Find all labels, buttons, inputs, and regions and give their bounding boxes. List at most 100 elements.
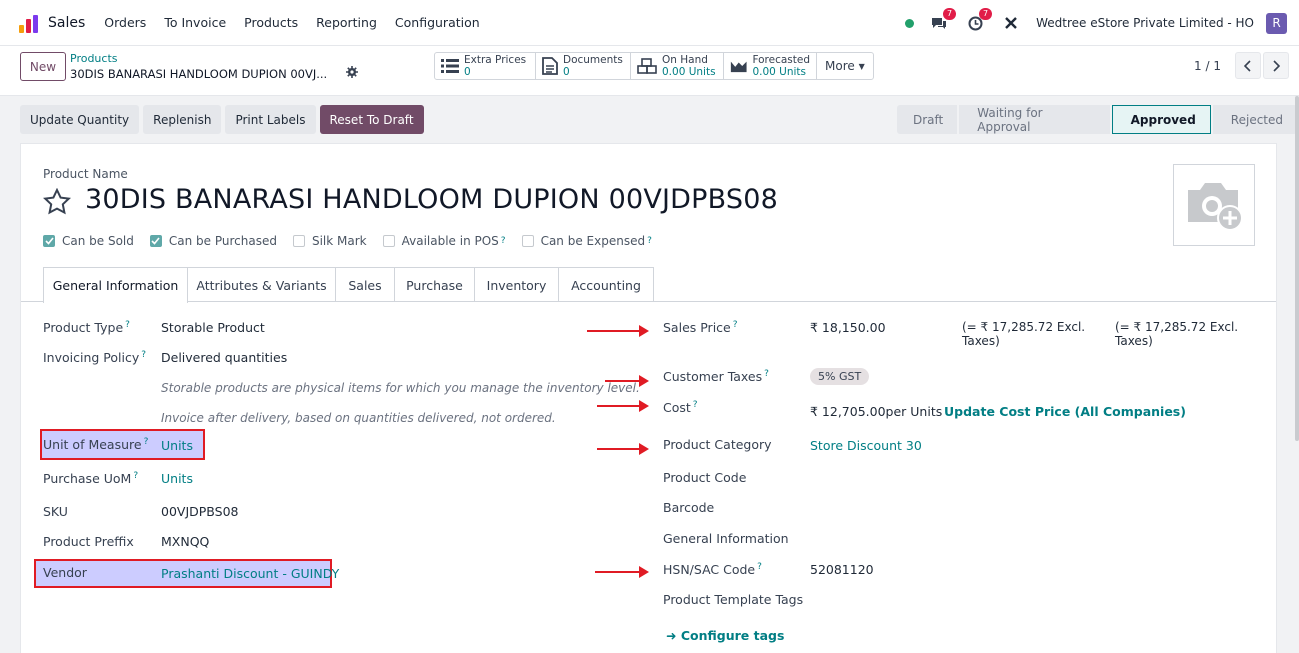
checkbox-checked-icon <box>43 235 55 247</box>
product-prefix-label: Product Preffix <box>43 534 134 549</box>
invoicing-policy-label: Invoicing Policy? <box>43 350 147 366</box>
extra-prices-button[interactable]: Extra Prices 0 <box>435 53 536 79</box>
help-icon: ? <box>692 400 698 410</box>
vendor-field[interactable]: Prashanti Discount - GUINDY <box>161 566 339 581</box>
product-type-field[interactable]: Storable Product <box>161 320 265 335</box>
print-labels-button[interactable]: Print Labels <box>225 105 316 134</box>
product-code-label: Product Code <box>663 470 747 485</box>
cost-field[interactable]: ₹ 12,705.00per Units <box>810 404 942 419</box>
product-image-upload[interactable] <box>1173 164 1255 246</box>
product-name-label: Product Name <box>43 167 128 181</box>
annotation-arrow-customer-taxes <box>605 375 649 387</box>
product-flags: Can be Sold Can be Purchased Silk Mark A… <box>43 234 668 248</box>
tab-attributes-variants[interactable]: Attributes & Variants <box>188 267 336 302</box>
tab-general-information[interactable]: General Information <box>43 267 188 303</box>
previous-record-button[interactable] <box>1235 52 1261 79</box>
chevron-left-icon <box>1244 59 1251 72</box>
chevron-right-icon <box>1273 59 1280 72</box>
menu-to-invoice[interactable]: To Invoice <box>155 15 235 30</box>
stage-rejected[interactable]: Rejected <box>1212 105 1297 134</box>
activities-button[interactable]: 7 <box>964 8 993 34</box>
purchase-uom-label: Purchase UoM? <box>43 471 139 487</box>
document-icon <box>542 57 558 75</box>
new-button[interactable]: New <box>20 52 66 81</box>
customer-tax-tag[interactable]: 5% GST <box>810 368 870 385</box>
update-quantity-button[interactable]: Update Quantity <box>20 105 140 134</box>
menu-orders[interactable]: Orders <box>95 15 155 30</box>
stage-approved[interactable]: Approved <box>1111 105 1211 134</box>
help-icon: ? <box>143 437 149 447</box>
user-avatar[interactable]: R <box>1266 12 1287 34</box>
on-hand-button[interactable]: On Hand 0.00 Units <box>631 53 724 79</box>
silk-mark-checkbox[interactable]: Silk Mark <box>292 234 367 248</box>
update-cost-price-button[interactable]: Update Cost Price (All Companies) <box>944 404 1186 419</box>
sales-app-icon[interactable] <box>19 13 39 33</box>
replenish-button[interactable]: Replenish <box>143 105 222 134</box>
help-icon: ? <box>757 562 762 572</box>
favorite-star-icon[interactable] <box>43 188 71 215</box>
product-name-field[interactable]: 30DIS BANARASI HANDLOOM DUPION 00VJDPBS0… <box>85 184 778 215</box>
next-record-button[interactable] <box>1263 52 1289 79</box>
list-icon <box>441 59 459 73</box>
stage-draft[interactable]: Draft <box>897 105 958 134</box>
gear-icon[interactable] <box>346 66 358 78</box>
sales-price-label: Sales Price? <box>663 320 738 336</box>
menu-configuration[interactable]: Configuration <box>386 15 489 30</box>
product-prefix-field[interactable]: MXNQQ <box>161 534 209 549</box>
debug-tools-button[interactable] <box>1000 12 1022 34</box>
unit-of-measure-field[interactable]: Units <box>161 438 193 453</box>
page-scrollbar[interactable] <box>1295 96 1299 441</box>
checkbox-checked-icon <box>149 235 162 247</box>
hsn-sac-code-label: HSN/SAC Code? <box>663 562 762 578</box>
sku-field[interactable]: 00VJDPBS08 <box>161 504 239 519</box>
form-sheet: Product Name 30DIS BANARASI HANDLOOM DUP… <box>20 143 1277 653</box>
smart-buttons: Extra Prices 0 Documents 0 On Hand 0.00 Uni… <box>434 52 874 80</box>
sales-price-field[interactable]: ₹ 18,150.00 <box>810 320 886 335</box>
product-template-tags-label: Product Template Tags <box>663 592 804 607</box>
checkbox-empty-icon <box>382 235 395 247</box>
invoicing-policy-hint: Invoice after delivery, based on quantit… <box>161 411 556 425</box>
vendor-label: Vendor <box>43 565 87 580</box>
help-icon[interactable]: ? <box>501 236 506 246</box>
annotation-arrow-hsn-code <box>595 566 649 578</box>
stage-waiting-for-approval[interactable]: Waiting for Approval <box>959 105 1110 134</box>
reset-to-draft-button[interactable]: Reset To Draft <box>319 105 424 134</box>
tab-inventory[interactable]: Inventory <box>475 267 559 302</box>
help-icon: ? <box>133 471 139 481</box>
invoicing-policy-field[interactable]: Delivered quantities <box>161 350 287 365</box>
company-switcher[interactable]: Wedtree eStore Private Limited - HO <box>1036 16 1254 30</box>
forecasted-button[interactable]: Forecasted 0.00 Units <box>724 53 817 79</box>
help-icon: ? <box>141 350 147 360</box>
annotation-arrow-sales-price <box>587 325 649 337</box>
annotation-arrow-cost <box>597 400 649 412</box>
help-icon: ? <box>125 320 130 330</box>
help-icon: ? <box>764 369 769 379</box>
hsn-sac-code-field[interactable]: 52081120 <box>810 562 874 577</box>
can-be-expensed-checkbox[interactable]: Can be Expensed? <box>521 234 652 248</box>
pager-value[interactable]: 1 / 1 <box>1194 59 1221 73</box>
app-name[interactable]: Sales <box>48 15 85 31</box>
tab-purchase[interactable]: Purchase <box>395 267 475 302</box>
menu-reporting[interactable]: Reporting <box>307 15 386 30</box>
tab-accounting[interactable]: Accounting <box>559 267 654 302</box>
help-icon[interactable]: ? <box>647 236 652 246</box>
available-in-pos-checkbox[interactable]: Available in POS? <box>382 234 506 248</box>
messages-button[interactable]: 7 <box>928 8 957 34</box>
can-be-purchased-checkbox[interactable]: Can be Purchased <box>149 234 277 248</box>
menu-products[interactable]: Products <box>235 15 307 30</box>
customer-taxes-label: Customer Taxes? <box>663 369 769 385</box>
breadcrumb-products[interactable]: Products <box>70 52 118 65</box>
annotation-arrow-product-category <box>597 443 649 455</box>
configure-tags-button[interactable]: ➜ Configure tags <box>666 628 784 643</box>
cost-label: Cost? <box>663 400 698 416</box>
documents-button[interactable]: Documents 0 <box>536 53 631 79</box>
can-be-sold-checkbox[interactable]: Can be Sold <box>43 234 134 248</box>
sales-price-excl-taxes-2: (= ₹ 17,285.72 Excl. Taxes) <box>1115 320 1239 348</box>
tab-sales[interactable]: Sales <box>336 267 395 302</box>
purchase-uom-field[interactable]: Units <box>161 471 193 486</box>
form-tabs: General Information Attributes & Variant… <box>21 267 1276 303</box>
sales-price-excl-taxes-1: (= ₹ 17,285.72 Excl. Taxes) <box>962 320 1086 348</box>
product-category-field[interactable]: Store Discount 30 <box>810 438 922 453</box>
more-button[interactable]: More ▼ <box>817 53 873 79</box>
unit-of-measure-label: Unit of Measure? <box>43 437 149 453</box>
